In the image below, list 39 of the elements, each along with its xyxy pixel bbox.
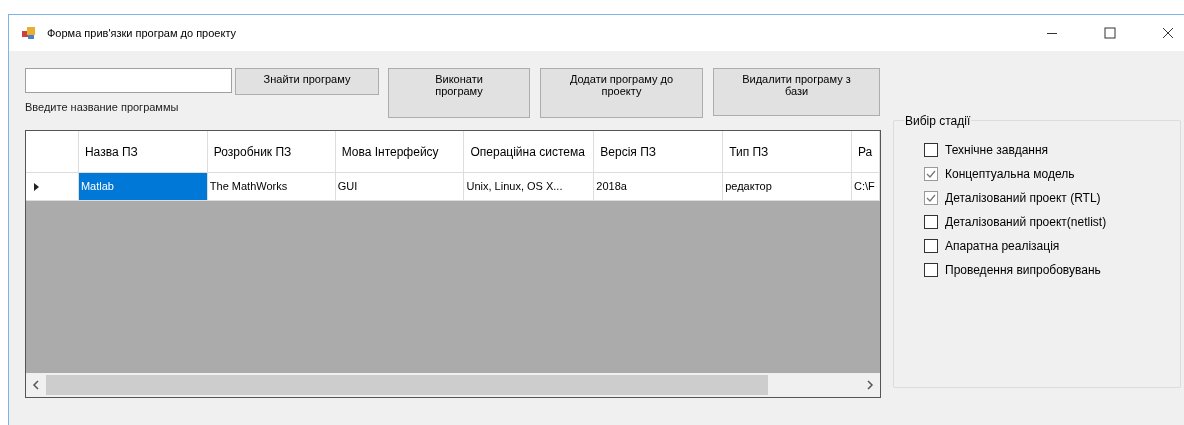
column-header[interactable]: Операційна система xyxy=(464,131,595,172)
action-button[interactable]: Виконати програму xyxy=(388,68,530,118)
column-header[interactable]: Мова Інтерфейсу xyxy=(335,131,465,172)
table-cell: 2018a xyxy=(594,173,724,200)
table-cell: The MathWorks xyxy=(207,173,336,200)
column-header[interactable]: Тип ПЗ xyxy=(723,131,852,172)
horizontal-scrollbar[interactable] xyxy=(26,373,880,397)
checkbox-label[interactable]: Деталізований проект (RTL) xyxy=(945,188,1101,207)
group-title: Вибір стадії xyxy=(904,112,972,130)
checkbox-label[interactable]: Деталізований проект(netlist) xyxy=(945,212,1107,231)
checkbox[interactable] xyxy=(924,166,938,181)
window-title: Форма прив'язки програм до проекту xyxy=(47,25,237,41)
table-cell: C:\F xyxy=(852,173,880,200)
action-button[interactable]: Видалити програму з бази xyxy=(713,68,880,116)
search-hint: Введите название программы xyxy=(25,100,180,115)
column-header[interactable]: Розробник ПЗ xyxy=(207,131,336,172)
table-cell: GUI xyxy=(335,173,465,200)
close-icon[interactable] xyxy=(1162,27,1174,39)
table-cell: Unix, Linux, OS X... xyxy=(464,173,595,200)
action-button[interactable]: Знайти програму xyxy=(235,68,379,95)
checkbox-label[interactable]: Проведення випробовувань xyxy=(945,260,1101,279)
table-cell: Matlab xyxy=(78,173,208,200)
app-icon xyxy=(21,25,37,41)
action-button[interactable]: Додати програму до проекту xyxy=(540,68,703,118)
table-cell: редактор xyxy=(723,173,852,200)
checkbox[interactable] xyxy=(924,214,938,229)
checkbox-label[interactable]: Концептуальна модель xyxy=(945,164,1075,183)
checkbox[interactable] xyxy=(924,262,938,277)
maximize-icon[interactable] xyxy=(1104,27,1116,39)
column-header[interactable]: Версія ПЗ xyxy=(594,131,724,172)
checkbox[interactable] xyxy=(924,190,938,205)
checkbox-label[interactable]: Апаратна реалізація xyxy=(945,236,1060,255)
checkbox[interactable] xyxy=(924,142,938,157)
search-field[interactable] xyxy=(25,68,232,93)
column-header[interactable]: Ра xyxy=(852,131,880,172)
scrollbar-thumb[interactable] xyxy=(46,375,768,395)
checkbox[interactable] xyxy=(924,238,938,253)
checkbox-label[interactable]: Технічне завдання xyxy=(945,140,1049,159)
column-header[interactable]: Назва ПЗ xyxy=(78,131,208,172)
